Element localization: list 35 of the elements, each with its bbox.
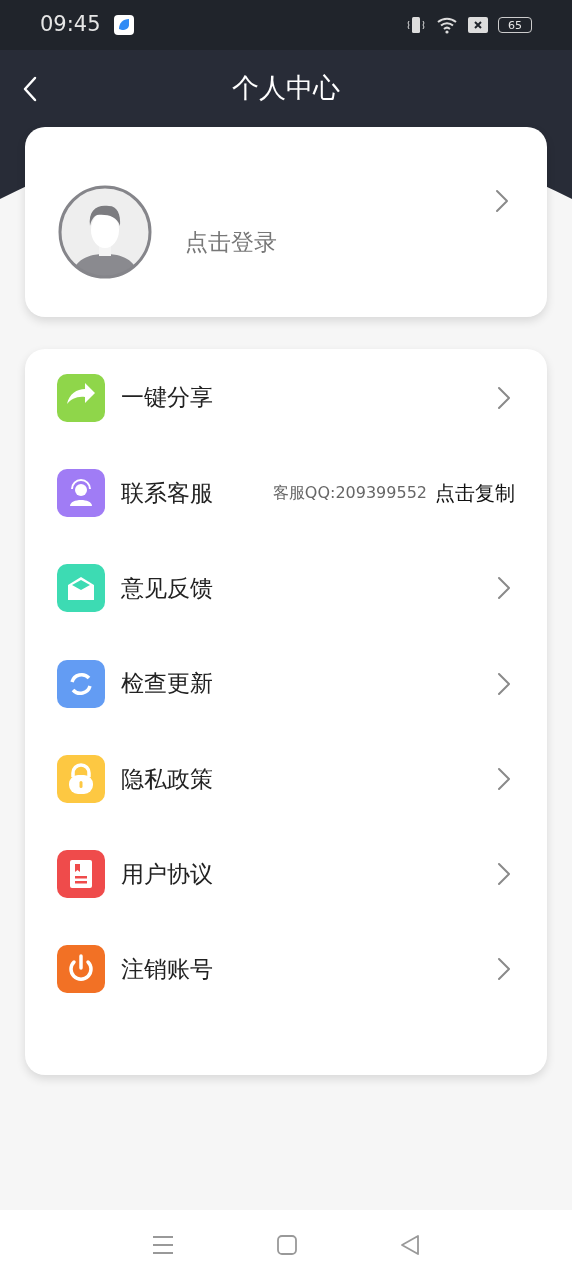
battery-indicator: 65 bbox=[498, 17, 532, 33]
clock: 09:45 bbox=[40, 11, 101, 39]
menu-item[interactable]: 用户协议 bbox=[25, 826, 547, 922]
home-icon[interactable] bbox=[277, 1235, 297, 1255]
chevron-right-icon bbox=[497, 766, 511, 791]
chevron-right-icon bbox=[497, 576, 511, 601]
avatar-icon bbox=[57, 184, 153, 280]
vibrate-icon bbox=[406, 15, 426, 35]
copy-link[interactable]: 点击复制 bbox=[435, 477, 515, 508]
menu-label: 注销账号 bbox=[121, 955, 213, 985]
menu-label: 一键分享 bbox=[121, 383, 213, 413]
menu-label: 用户协议 bbox=[121, 859, 213, 889]
chevron-right-icon bbox=[495, 189, 509, 213]
login-prompt: 点击登录 bbox=[185, 227, 277, 257]
menu-item[interactable]: 一键分享 bbox=[25, 350, 547, 446]
menu-item[interactable]: 检查更新 bbox=[25, 635, 547, 732]
menu-item[interactable]: 意见反馈 bbox=[25, 540, 547, 636]
menu-label: 联系客服 bbox=[121, 478, 213, 508]
menu-label: 检查更新 bbox=[121, 669, 213, 699]
qq-number: 客服QQ:209399552 bbox=[272, 481, 427, 504]
app-notification-icon bbox=[113, 15, 134, 35]
menu-icon[interactable] bbox=[151, 1235, 174, 1255]
menu-label: 意见反馈 bbox=[121, 574, 213, 603]
chevron-right-icon bbox=[497, 862, 511, 887]
back-nav-icon[interactable] bbox=[400, 1234, 421, 1256]
chevron-right-icon bbox=[497, 957, 511, 982]
page-title: 个人中心 bbox=[232, 71, 340, 106]
chevron-right-icon bbox=[497, 385, 511, 410]
menu-label: 隐私政策 bbox=[121, 764, 213, 794]
login-card[interactable]: 点击登录 bbox=[25, 127, 547, 317]
menu-item[interactable]: 注销账号 bbox=[25, 921, 547, 1018]
chevron-right-icon bbox=[497, 671, 511, 696]
menu-item[interactable]: 隐私政策 bbox=[25, 731, 547, 827]
menu-item[interactable]: 联系客服 客服QQ:209399552 点击复制 bbox=[25, 445, 547, 541]
sim-off-icon bbox=[468, 17, 488, 33]
